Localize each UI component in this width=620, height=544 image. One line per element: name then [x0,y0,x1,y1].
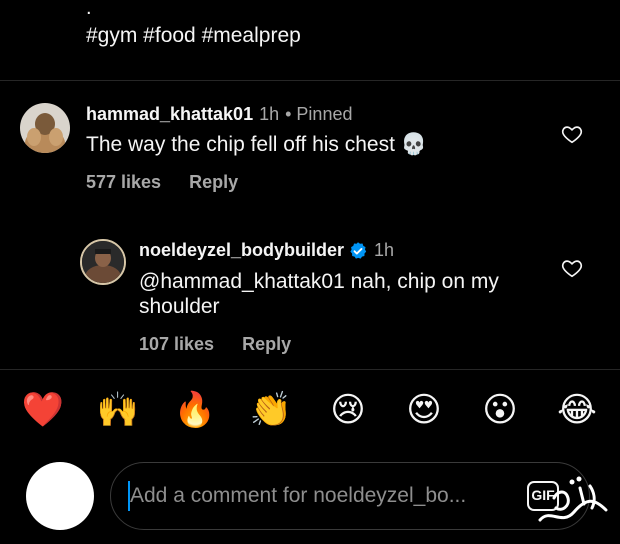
watermark-logo [538,476,608,522]
reply-avatar[interactable] [80,239,126,285]
reply-time: 1h [374,240,395,260]
reaction-heart-eyes[interactable]: 😍 [402,388,446,432]
pinned-label: • Pinned [285,104,353,124]
like-heart-icon[interactable] [561,123,583,145]
reactions-divider [0,369,620,370]
reply-username[interactable]: noeldeyzel_bodybuilder [139,240,344,261]
caption-hashtags[interactable]: #gym #food #mealprep [86,24,301,48]
reply-button[interactable]: Reply [242,334,291,355]
reaction-clapping[interactable]: 👏 [249,388,293,432]
comment-header: hammad_khattak01 1h • Pinned [86,104,352,125]
reply-header: noeldeyzel_bodybuilder 1h [139,240,394,261]
reaction-surprised[interactable]: 😮 [478,388,522,432]
reaction-crying[interactable]: 😢 [326,388,370,432]
reply-button[interactable]: Reply [189,172,238,193]
text-cursor [128,481,130,511]
current-user-avatar [26,462,94,530]
likes-count[interactable]: 107 likes [139,334,214,355]
avatar-image [82,241,124,283]
avatar-image [20,103,70,153]
reaction-laughing[interactable]: 😂 [555,388,599,432]
comment-input[interactable] [130,478,510,514]
reaction-heart[interactable]: ❤️ [21,388,65,432]
caption-divider [0,80,620,81]
comment-username[interactable]: hammad_khattak01 [86,104,253,125]
likes-count[interactable]: 577 likes [86,172,161,193]
comment-actions: 577 likes Reply [86,172,238,193]
verified-badge-icon [350,241,367,259]
reaction-raising-hands[interactable]: 🙌 [96,388,140,432]
reply-actions: 107 likes Reply [139,334,291,355]
commenter-avatar[interactable] [20,103,70,153]
comment-time: 1h [259,104,280,124]
quick-reactions-bar: ❤️ 🙌 🔥 👏 😢 😍 😮 😂 [0,388,620,438]
reply-text: @hammad_khattak01 nah, chip on my should… [139,270,499,318]
caption-dot: . [86,0,92,19]
comment-text: The way the chip fell off his chest 💀 [86,133,427,156]
like-heart-icon[interactable] [561,257,583,279]
reaction-fire[interactable]: 🔥 [173,388,217,432]
